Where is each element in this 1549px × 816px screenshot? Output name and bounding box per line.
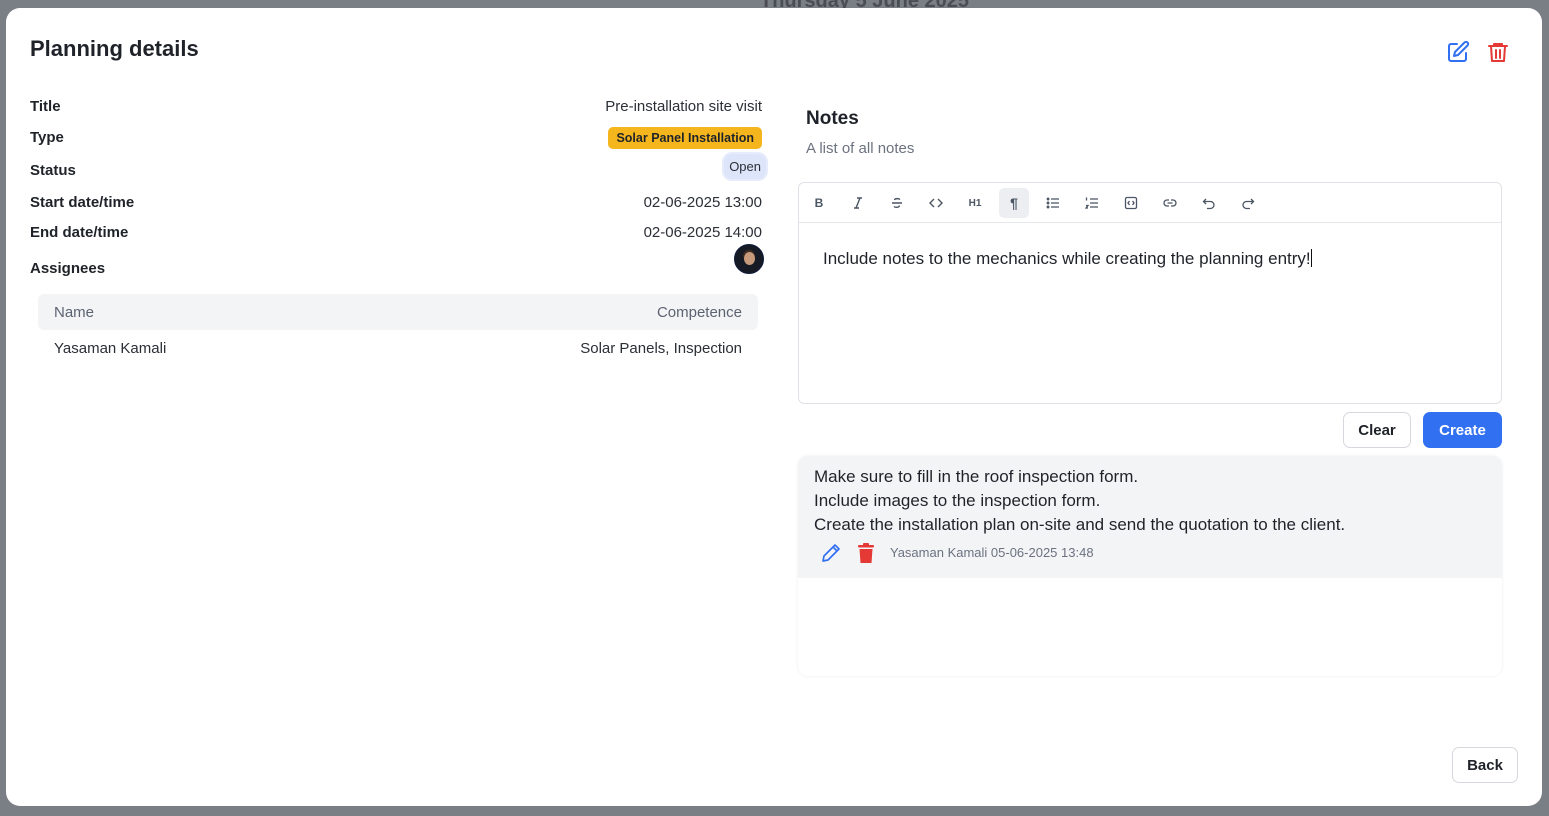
editor-toolbar: B H1 ¶ — [799, 183, 1501, 223]
detail-status-label: Status — [30, 162, 76, 179]
editor-content[interactable]: Include notes to the mechanics while cre… — [823, 249, 1312, 269]
detail-title-value: Pre-installation site visit — [605, 98, 762, 115]
detail-title-label: Title — [30, 98, 61, 115]
trash-icon[interactable] — [856, 542, 876, 564]
detail-assignees-row: Assignees — [30, 244, 764, 282]
detail-start-row: Start date/time 02-06-2025 13:00 — [30, 192, 762, 216]
detail-assignees-label: Assignees — [30, 260, 106, 277]
pencil-icon[interactable] — [820, 542, 842, 564]
type-badge: Solar Panel Installation — [608, 127, 762, 149]
editor-text: Include notes to the mechanics while cre… — [823, 249, 1311, 268]
redo-icon[interactable] — [1233, 188, 1263, 218]
detail-type-label: Type — [30, 129, 64, 146]
paragraph-icon[interactable]: ¶ — [999, 188, 1029, 218]
text-caret — [1310, 249, 1312, 267]
column-header-competence: Competence — [656, 304, 742, 321]
notes-subtitle: A list of all notes — [806, 140, 915, 157]
column-header-name: Name — [54, 304, 95, 321]
code-block-icon[interactable] — [1116, 188, 1146, 218]
link-icon[interactable] — [1155, 188, 1185, 218]
code-icon[interactable] — [921, 188, 951, 218]
detail-type-row: Type Solar Panel Installation — [30, 127, 762, 151]
detail-end-row: End date/time 02-06-2025 14:00 — [30, 222, 762, 246]
bold-icon[interactable]: B — [804, 188, 834, 218]
note-meta: Yasaman Kamali 05-06-2025 13:48 — [890, 545, 1094, 560]
note-line: Make sure to fill in the roof inspection… — [814, 467, 1139, 486]
detail-start-value: 02-06-2025 13:00 — [643, 194, 762, 211]
detail-status-row: Status Open — [30, 154, 766, 184]
detail-title-row: Title Pre-installation site visit — [30, 96, 762, 120]
notes-editor[interactable]: B H1 ¶ Include notes to the mechanics wh… — [798, 182, 1502, 404]
bullet-list-icon[interactable] — [1038, 188, 1068, 218]
create-button[interactable]: Create — [1423, 412, 1502, 448]
planning-details-modal: Planning details Title Pre-installation … — [6, 8, 1542, 806]
detail-end-value: 02-06-2025 14:00 — [643, 224, 762, 241]
assignees-table: Name Competence Yasaman Kamali Solar Pan… — [38, 294, 758, 366]
note-line: Include images to the inspection form. — [814, 491, 1101, 510]
avatar[interactable] — [734, 244, 764, 274]
assignee-name: Yasaman Kamali — [54, 340, 167, 357]
modal-title: Planning details — [30, 36, 199, 61]
ordered-list-icon[interactable] — [1077, 188, 1107, 218]
detail-start-label: Start date/time — [30, 194, 135, 211]
undo-icon[interactable] — [1194, 188, 1224, 218]
note-line: Create the installation plan on-site and… — [814, 515, 1346, 534]
italic-icon[interactable] — [843, 188, 873, 218]
detail-end-label: End date/time — [30, 224, 129, 241]
notes-list: Make sure to fill in the roof inspection… — [798, 456, 1502, 676]
assignee-competence: Solar Panels, Inspection — [580, 340, 742, 357]
clear-button[interactable]: Clear — [1343, 412, 1411, 448]
notes-title: Notes — [806, 108, 859, 129]
heading-1-icon[interactable]: H1 — [960, 188, 990, 218]
strikethrough-icon[interactable] — [882, 188, 912, 218]
status-badge: Open — [724, 154, 766, 179]
table-row: Yasaman Kamali Solar Panels, Inspection — [38, 330, 758, 366]
table-header: Name Competence — [38, 294, 758, 330]
edit-icon[interactable] — [1446, 40, 1470, 64]
list-item: Make sure to fill in the roof inspection… — [798, 456, 1502, 578]
back-button[interactable]: Back — [1452, 747, 1518, 783]
trash-icon[interactable] — [1486, 40, 1510, 64]
